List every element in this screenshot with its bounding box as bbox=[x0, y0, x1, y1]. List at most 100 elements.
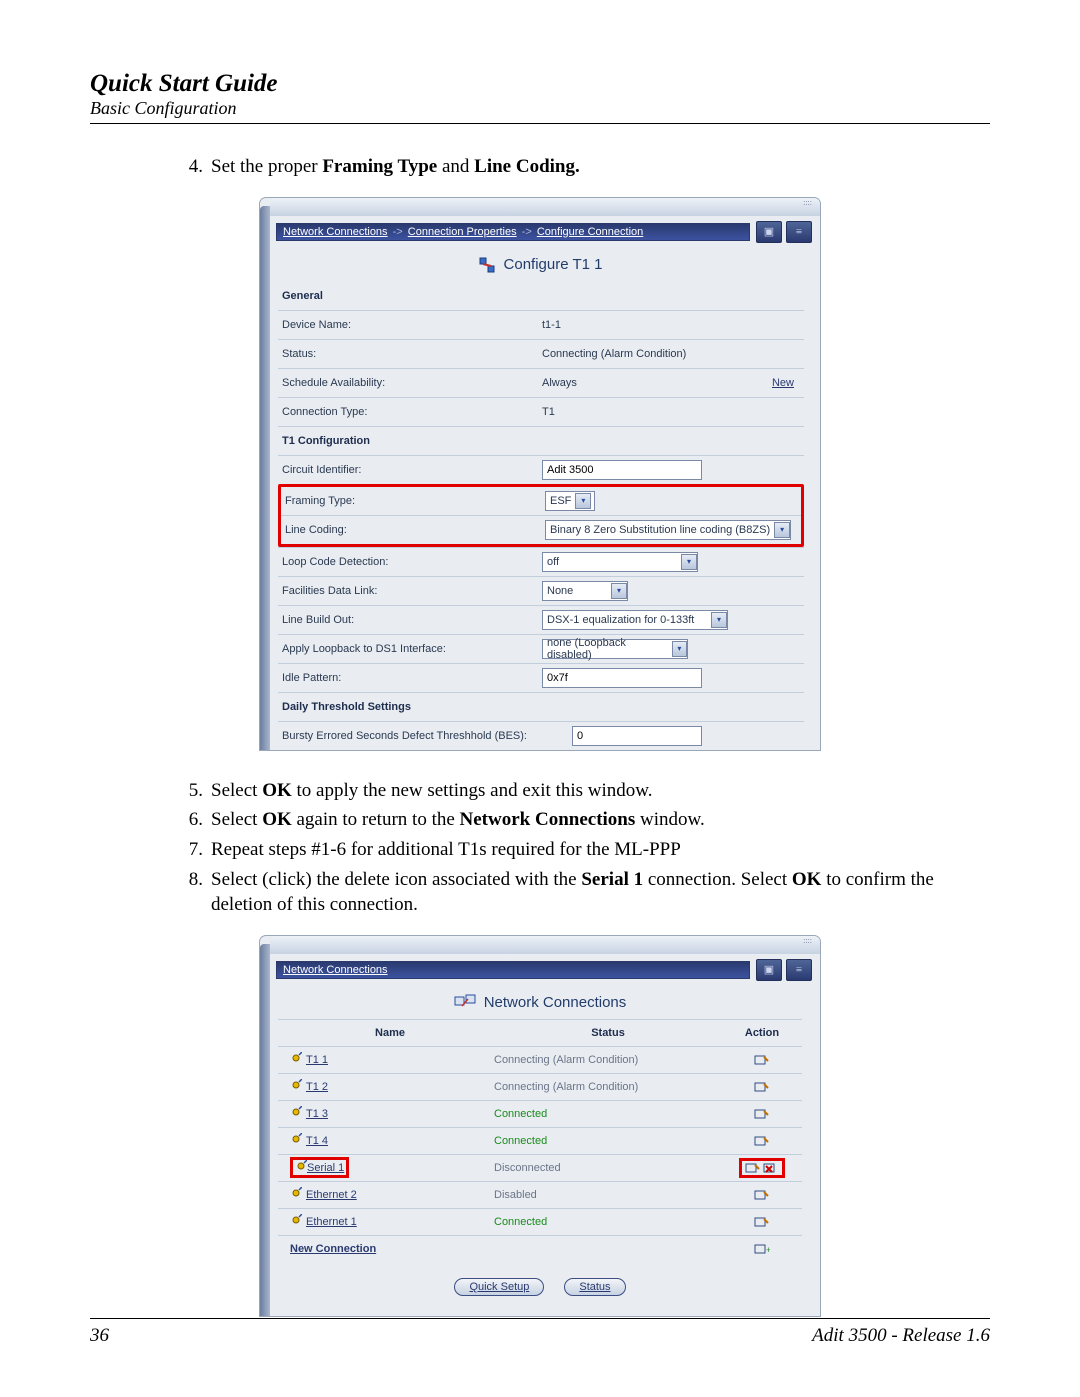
connection-row: T1 2 Connecting (Alarm Condition) bbox=[278, 1073, 802, 1100]
edit-icon[interactable] bbox=[753, 1188, 771, 1202]
connection-name-link[interactable]: Ethernet 1 bbox=[306, 1216, 357, 1228]
schedule-label: Schedule Availability: bbox=[282, 377, 542, 389]
svg-text:+: + bbox=[766, 1245, 770, 1255]
col-name: Name bbox=[278, 1027, 490, 1039]
connection-row: Ethernet 2 Disabled bbox=[278, 1181, 802, 1208]
plug-icon bbox=[290, 1133, 302, 1148]
status-button[interactable]: Status bbox=[564, 1278, 625, 1296]
menu-icon[interactable]: ≡ bbox=[786, 221, 812, 243]
bes-label: Bursty Errored Seconds Defect Threshhold… bbox=[282, 730, 572, 742]
section-t1config: T1 Configuration bbox=[278, 426, 804, 455]
header-section: Basic Configuration bbox=[90, 98, 990, 119]
loopback-label: Apply Loopback to DS1 Interface: bbox=[282, 643, 542, 655]
step-4: 4. Set the proper Framing Type and Line … bbox=[175, 154, 990, 180]
loop-code-select[interactable]: off ▾ bbox=[542, 552, 698, 572]
facilities-label: Facilities Data Link: bbox=[282, 585, 542, 597]
connection-row: Serial 1Disconnected bbox=[278, 1154, 802, 1181]
col-status: Status bbox=[490, 1027, 722, 1039]
step-item: 7.Repeat steps #1-6 for additional T1s r… bbox=[175, 837, 990, 863]
chevron-down-icon: ▾ bbox=[611, 583, 627, 599]
connection-name-link[interactable]: Ethernet 2 bbox=[306, 1189, 357, 1201]
chevron-down-icon: ▾ bbox=[575, 493, 591, 509]
edit-icon[interactable] bbox=[753, 1080, 771, 1094]
plug-icon bbox=[290, 1079, 302, 1094]
edit-icon[interactable] bbox=[753, 1053, 771, 1067]
connection-row: T1 4Connected bbox=[278, 1127, 802, 1154]
delete-icon[interactable] bbox=[762, 1161, 780, 1175]
edit-icon[interactable] bbox=[753, 1215, 771, 1229]
chevron-down-icon: ▾ bbox=[711, 612, 727, 628]
line-build-select[interactable]: DSX-1 equalization for 0-133ft ▾ bbox=[542, 610, 728, 630]
connection-status: Connected bbox=[490, 1108, 722, 1120]
connection-status: Connecting (Alarm Condition) bbox=[490, 1081, 722, 1093]
bes-input[interactable] bbox=[572, 726, 702, 746]
chevron-down-icon: ▾ bbox=[774, 522, 790, 538]
connection-name-link[interactable]: T1 1 bbox=[306, 1054, 328, 1066]
new-connection-link[interactable]: New Connection bbox=[290, 1243, 376, 1255]
breadcrumb-part[interactable]: Network Connections bbox=[283, 964, 388, 976]
connection-status: Connected bbox=[490, 1216, 722, 1228]
circuit-id-input[interactable] bbox=[542, 460, 702, 480]
connection-status: Disabled bbox=[490, 1189, 722, 1201]
loopcode-label: Loop Code Detection: bbox=[282, 556, 542, 568]
panel-title: Configure T1 1 bbox=[504, 256, 603, 273]
plug-icon bbox=[290, 1106, 302, 1121]
connection-row: T1 1 Connecting (Alarm Condition) bbox=[278, 1046, 802, 1073]
connection-icon bbox=[478, 256, 496, 274]
add-icon[interactable]: + bbox=[753, 1242, 771, 1256]
menu-icon[interactable]: ≡ bbox=[786, 959, 812, 981]
framing-label: Framing Type: bbox=[285, 495, 545, 507]
facilities-select[interactable]: None ▾ bbox=[542, 581, 628, 601]
idle-pattern-input[interactable] bbox=[542, 668, 702, 688]
connection-status: Connecting (Alarm Condition) bbox=[490, 1054, 722, 1066]
linebuild-label: Line Build Out: bbox=[282, 614, 542, 626]
step-item: 6.Select OK again to return to the Netwo… bbox=[175, 807, 990, 833]
connection-row: T1 3 Connected bbox=[278, 1100, 802, 1127]
circuit-id-label: Circuit Identifier: bbox=[282, 464, 542, 476]
line-coding-select[interactable]: Binary 8 Zero Substitution line coding (… bbox=[545, 520, 791, 540]
breadcrumb-part-1[interactable]: Network Connections bbox=[283, 226, 388, 238]
breadcrumb-part-3[interactable]: Configure Connection bbox=[537, 226, 643, 238]
connection-name-link[interactable]: Serial 1 bbox=[307, 1162, 344, 1174]
network-icon bbox=[454, 994, 476, 1010]
conn-type-value: T1 bbox=[542, 406, 800, 418]
breadcrumb: Network Connections -> Connection Proper… bbox=[276, 223, 750, 241]
device-name-label: Device Name: bbox=[282, 319, 542, 331]
page-number: 36 bbox=[90, 1325, 109, 1347]
quick-setup-button[interactable]: Quick Setup bbox=[454, 1278, 544, 1296]
header-title: Quick Start Guide bbox=[90, 70, 990, 98]
serial1-name-highlight: Serial 1 bbox=[290, 1157, 349, 1178]
status-value: Connecting (Alarm Condition) bbox=[542, 348, 800, 360]
linecoding-label: Line Coding: bbox=[285, 524, 545, 536]
breadcrumb-part-2[interactable]: Connection Properties bbox=[408, 226, 517, 238]
section-daily: Daily Threshold Settings bbox=[278, 692, 804, 721]
framing-linecoding-highlight: Framing Type: ESF ▾ Line Coding: Binary … bbox=[278, 484, 804, 547]
col-action: Action bbox=[722, 1027, 802, 1039]
step-item: 5.Select OK to apply the new settings an… bbox=[175, 778, 990, 804]
schedule-new-link[interactable]: New bbox=[772, 377, 800, 389]
idle-label: Idle Pattern: bbox=[282, 672, 542, 684]
serial1-action-highlight bbox=[739, 1158, 785, 1178]
footer-rule bbox=[90, 1318, 990, 1319]
edit-icon[interactable] bbox=[744, 1161, 762, 1175]
loopback-select[interactable]: none (Loopback disabled) ▾ bbox=[542, 639, 688, 659]
connection-name-link[interactable]: T1 2 bbox=[306, 1081, 328, 1093]
edit-icon[interactable] bbox=[753, 1134, 771, 1148]
panel-title-2: Network Connections bbox=[484, 994, 627, 1011]
step-item: 8.Select (click) the delete icon associa… bbox=[175, 867, 990, 918]
conn-type-label: Connection Type: bbox=[282, 406, 542, 418]
sitemap-icon[interactable]: ▣ bbox=[756, 221, 782, 243]
chevron-down-icon: ▾ bbox=[681, 554, 697, 570]
plug-icon bbox=[290, 1214, 302, 1229]
chevron-down-icon: ▾ bbox=[672, 641, 687, 657]
framing-type-select[interactable]: ESF ▾ bbox=[545, 491, 595, 511]
edit-icon[interactable] bbox=[753, 1107, 771, 1121]
connection-row: Ethernet 1 Connected bbox=[278, 1208, 802, 1235]
connection-name-link[interactable]: T1 4 bbox=[306, 1135, 328, 1147]
network-connections-screenshot: :::: Network Connections ▣ ≡ Network Con… bbox=[260, 936, 820, 1316]
connection-name-link[interactable]: T1 3 bbox=[306, 1108, 328, 1120]
plug-icon bbox=[290, 1052, 302, 1067]
sitemap-icon[interactable]: ▣ bbox=[756, 959, 782, 981]
plug-icon bbox=[290, 1187, 302, 1202]
schedule-value: Always bbox=[542, 377, 577, 389]
